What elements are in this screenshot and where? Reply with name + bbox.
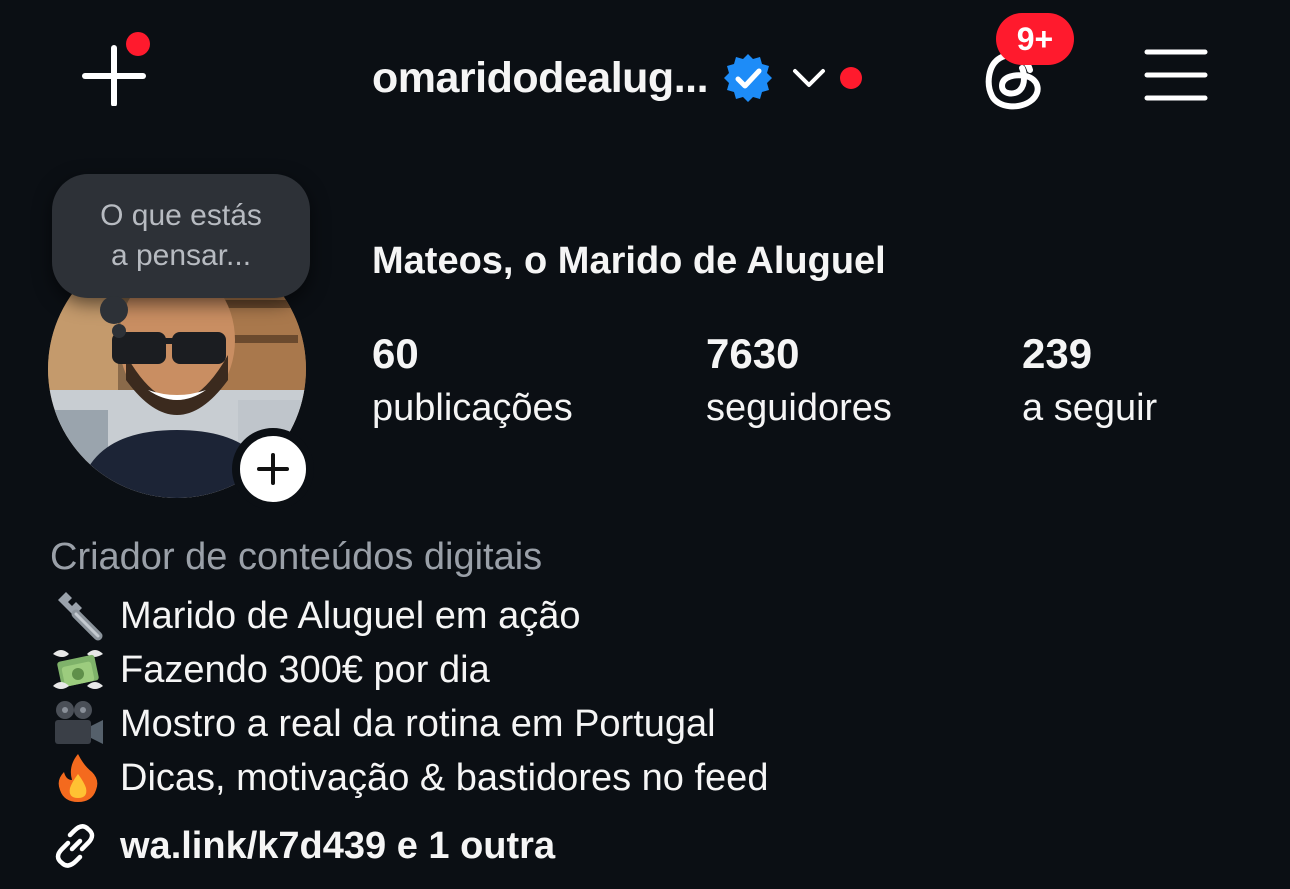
hamburger-menu-icon bbox=[1144, 49, 1208, 101]
note-placeholder-line1: O que estás bbox=[100, 199, 262, 232]
bio-line: Dicas, motivação & bastidores no feed bbox=[50, 751, 768, 805]
menu-button[interactable] bbox=[1144, 48, 1208, 102]
account-switcher[interactable]: omaridodealug... bbox=[372, 48, 863, 108]
wrench-icon bbox=[50, 589, 106, 643]
note-placeholder-line2: a pensar... bbox=[110, 239, 252, 272]
following-label: a seguir bbox=[1022, 387, 1158, 429]
note-bubble-tail-small bbox=[112, 324, 126, 338]
bio-line-text: Marido de Aluguel em ação bbox=[120, 594, 581, 637]
bio-line-text: Mostro a real da rotina em Portugal bbox=[120, 702, 716, 745]
note-bubble-tail bbox=[100, 296, 128, 324]
bio-link-text: wa.link/k7d439 e 1 outra bbox=[120, 824, 556, 867]
bio-line-text: Dicas, motivação & bastidores no feed bbox=[120, 756, 769, 799]
followers-label: seguidores bbox=[706, 387, 892, 429]
posts-count: 60 bbox=[372, 330, 419, 377]
link-icon bbox=[55, 824, 95, 868]
account-notification-dot bbox=[840, 67, 863, 89]
bio-line-text: Fazendo 300€ por dia bbox=[120, 648, 490, 691]
username: omaridodealug... bbox=[372, 53, 709, 102]
followers-stat[interactable]: 7630 seguidores bbox=[706, 330, 892, 436]
plus-icon bbox=[257, 453, 289, 485]
notification-badge: 9+ bbox=[996, 13, 1074, 65]
chevron-down-icon bbox=[793, 69, 826, 87]
note-bubble[interactable]: O que estás a pensar... bbox=[52, 174, 310, 298]
add-story-button[interactable] bbox=[232, 428, 314, 510]
following-count: 239 bbox=[1022, 330, 1093, 377]
create-button[interactable] bbox=[80, 32, 150, 107]
notification-dot bbox=[126, 32, 150, 56]
fire-icon bbox=[50, 751, 106, 805]
display-name: Mateos, o Marido de Aluguel bbox=[372, 240, 886, 282]
bio-line: Marido de Aluguel em ação bbox=[50, 589, 581, 643]
posts-label: publicações bbox=[372, 387, 573, 429]
bio-line: Fazendo 300€ por dia bbox=[50, 643, 490, 697]
bio-link[interactable]: wa.link/k7d439 e 1 outra bbox=[50, 816, 555, 876]
followers-count: 7630 bbox=[706, 330, 800, 377]
money-wings-icon bbox=[50, 643, 106, 697]
profile-category: Criador de conteúdos digitais bbox=[50, 536, 543, 578]
posts-stat[interactable]: 60 publicações bbox=[372, 330, 573, 436]
following-stat[interactable]: 239 a seguir bbox=[1022, 330, 1157, 436]
verified-badge-icon bbox=[724, 54, 773, 102]
bio-line: Mostro a real da rotina em Portugal bbox=[50, 697, 716, 751]
movie-camera-icon bbox=[50, 697, 106, 751]
